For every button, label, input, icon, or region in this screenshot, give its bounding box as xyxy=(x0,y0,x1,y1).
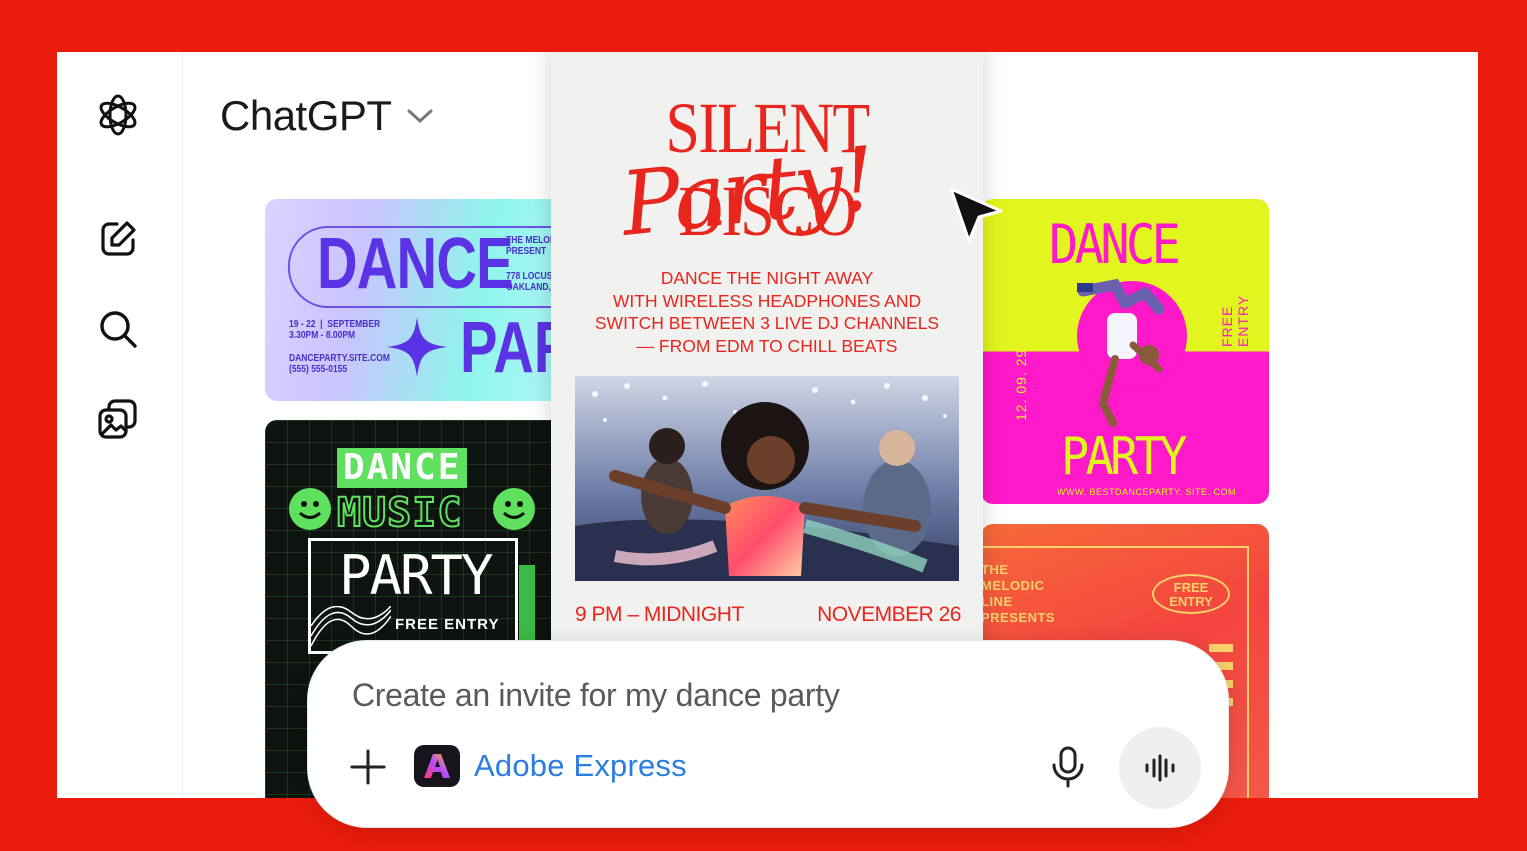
app-chip-label: Adobe Express xyxy=(474,748,687,783)
card-headline-2: MUSIC xyxy=(336,489,463,537)
accent-bar xyxy=(519,565,535,645)
card-headline-2: PARTY xyxy=(1061,427,1187,487)
poster-time: 9 PM – MIDNIGHT xyxy=(575,603,744,626)
card-contact: DANCEPARTY.SITE.COM (555) 555-0155 xyxy=(289,353,390,375)
mouse-cursor-icon xyxy=(949,187,1003,243)
search-icon[interactable] xyxy=(93,304,143,354)
sparkle-icon xyxy=(387,317,447,377)
silent-disco-poster[interactable]: SILENT DISCO Party! DANCE THE NIGHT AWAY… xyxy=(551,52,983,675)
poster-photo xyxy=(575,376,959,581)
plus-icon[interactable] xyxy=(348,747,388,787)
card-headline-1: DANCE xyxy=(337,448,468,488)
card-url: WWW. BESTDANCEPARTY. SITE. COM xyxy=(1057,487,1237,497)
app-chip-adobe-express[interactable]: Adobe Express xyxy=(414,745,687,787)
page-title: ChatGPT xyxy=(220,92,392,139)
card-headline-1: DANCE xyxy=(317,224,514,304)
free-entry-badge: FREE ENTRY xyxy=(1152,574,1230,614)
card-headline-3: PARTY xyxy=(339,544,494,607)
prompt-composer[interactable]: Create an invite for my dance party Adob… xyxy=(307,640,1229,828)
openai-logo-icon[interactable] xyxy=(93,90,143,140)
invite-card-neon[interactable]: DANCE FREE ENTRY 12. 09. 29 PARTY WWW. B… xyxy=(981,199,1269,504)
card-headline-1: DANCE xyxy=(1049,213,1181,276)
smiley-icon xyxy=(289,488,331,530)
sidebar xyxy=(57,52,183,798)
card-dates: 19 - 22 | SEPTEMBER 3.30PM - 8.00PM xyxy=(289,319,381,341)
event-date: 12. 09. 29 xyxy=(1013,348,1029,421)
poster-date: NOVEMBER 26 xyxy=(817,603,961,626)
microphone-icon[interactable] xyxy=(1048,745,1088,789)
card-presenter: THE MELODIC LINE PRESENTS xyxy=(981,562,1056,625)
model-selector[interactable]: ChatGPT xyxy=(220,92,434,140)
stripe xyxy=(1209,644,1233,652)
free-entry-label: FREE ENTRY xyxy=(1219,294,1251,347)
new-chat-icon[interactable] xyxy=(93,214,143,264)
smiley-icon xyxy=(493,488,535,530)
prompt-input[interactable]: Create an invite for my dance party xyxy=(352,677,840,714)
images-icon[interactable] xyxy=(93,394,143,444)
voice-waveform-icon xyxy=(1145,754,1175,782)
invite-card-lavender[interactable]: DANCE THE MELODI PRESENT 778 LOCUST OAKL… xyxy=(265,199,585,401)
voice-mode-button[interactable] xyxy=(1119,727,1201,809)
free-entry-label: FREE ENTRY xyxy=(395,616,500,633)
dancer-figure xyxy=(1077,278,1165,427)
poster-description: DANCE THE NIGHT AWAY WITH WIRELESS HEADP… xyxy=(594,268,940,356)
adobe-express-logo-icon xyxy=(414,745,460,787)
chevron-down-icon xyxy=(407,109,433,124)
